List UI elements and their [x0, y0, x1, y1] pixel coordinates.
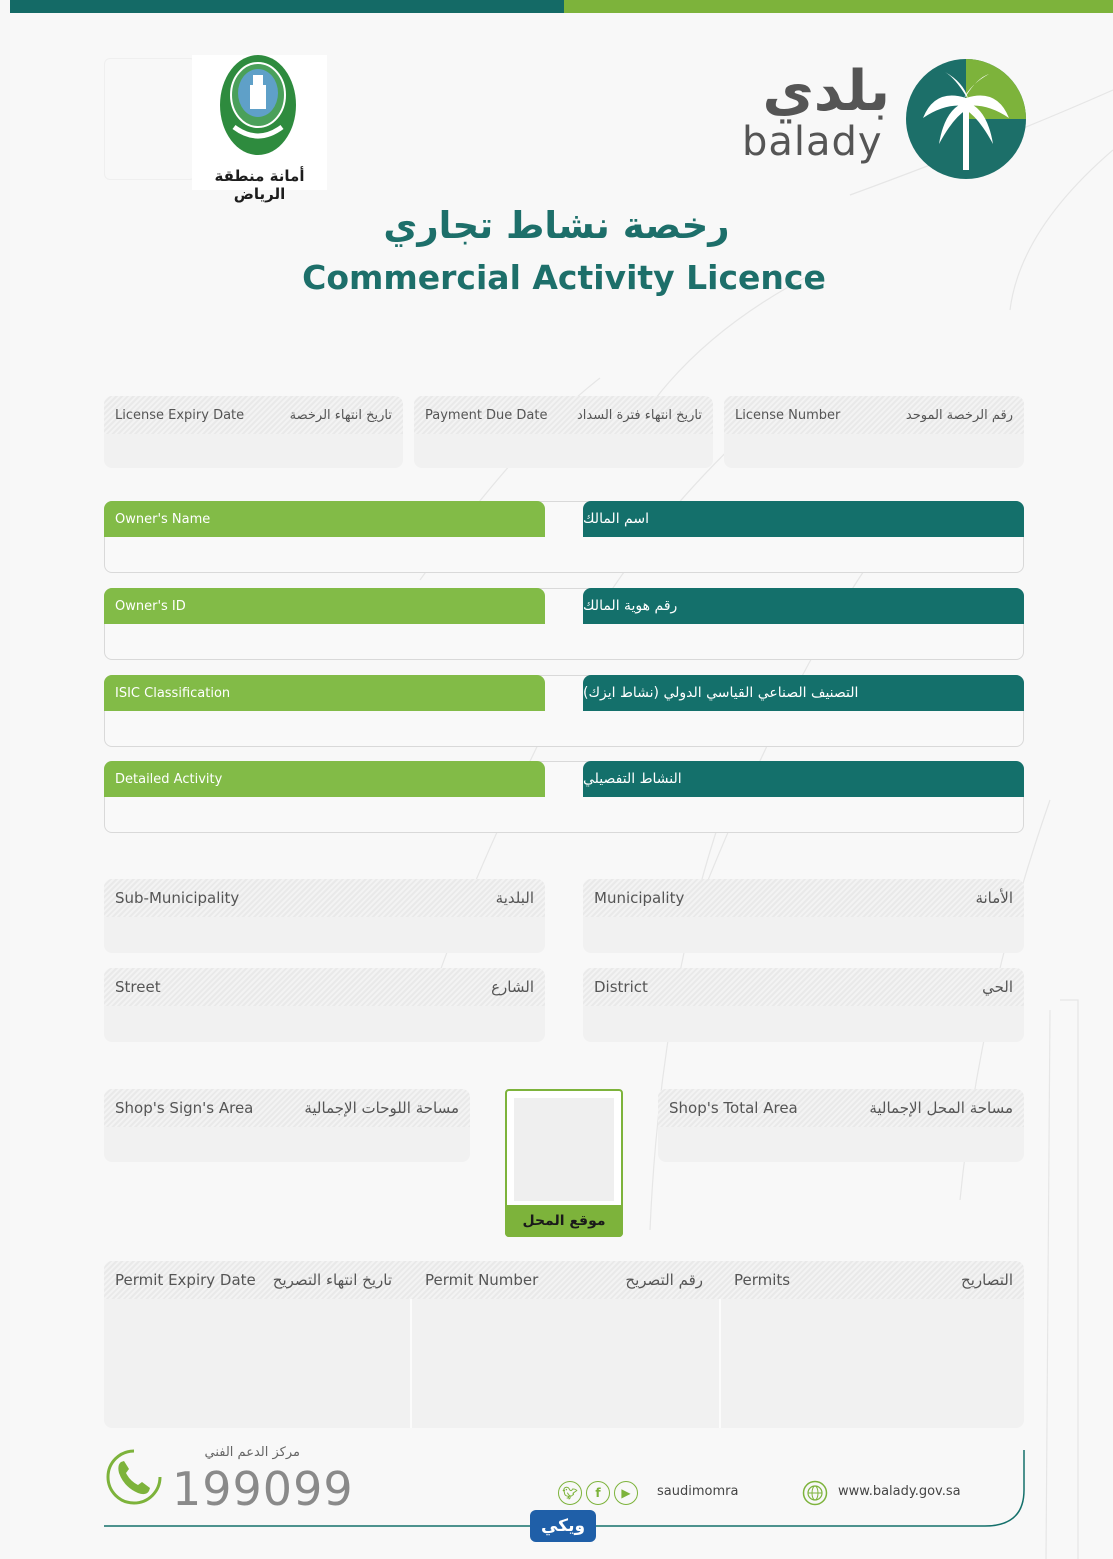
field-label-ar: مساحة اللوحات الإجمالية: [304, 1099, 459, 1117]
social-icons: 🐦︎ f ▶: [558, 1480, 638, 1506]
shop-location-image: [514, 1098, 614, 1201]
field-label-en: Street: [115, 978, 161, 996]
isic-classification-field: ISIC Classification التصنيف الصناعي القي…: [104, 675, 1024, 747]
website-link[interactable]: www.balady.gov.sa: [838, 1484, 961, 1499]
balady-logo-english: balady: [742, 119, 883, 165]
shop-location-box: موقع المحل: [505, 1089, 623, 1237]
field-label-en: Shop's Sign's Area: [115, 1099, 254, 1117]
support-phone-number: 199099: [172, 1462, 354, 1516]
field-value: [583, 917, 1024, 953]
permit-expiry-date-header: Permit Expiry Date تاريخ انتهاء التصريح: [104, 1261, 403, 1299]
field-label-en: Owner's ID: [104, 588, 545, 624]
field-label-en: Payment Due Date: [425, 407, 548, 423]
top-bar-teal: [10, 0, 564, 13]
field-label-ar: رقم التصريح: [625, 1271, 703, 1289]
social-handle[interactable]: saudimomra: [657, 1484, 738, 1499]
field-label-ar: التصاريح: [961, 1271, 1013, 1289]
youtube-icon[interactable]: ▶: [614, 1481, 638, 1505]
title-english: Commercial Activity Licence: [302, 258, 826, 297]
field-label-en: Permits: [734, 1271, 791, 1289]
facebook-icon[interactable]: f: [586, 1481, 610, 1505]
field-label-en: Municipality: [594, 889, 685, 907]
shop-total-area-field: Shop's Total Area مساحة المحل الإجمالية: [658, 1089, 1024, 1162]
phone-icon: [106, 1449, 162, 1505]
field-value: [104, 1127, 470, 1162]
field-label-en: Shop's Total Area: [669, 1099, 798, 1117]
payment-due-date-field: Payment Due Date تاريخ انتهاء فترة السداد: [414, 396, 713, 468]
support-center-label: مركز الدعم الفني: [204, 1445, 300, 1460]
field-label-ar: النشاط التفصيلي: [583, 761, 1024, 797]
title-arabic: رخصة نشاط تجاري: [383, 204, 730, 247]
wiki-watermark-badge: ويكي: [530, 1510, 596, 1542]
field-label-ar: البلدية: [495, 889, 534, 907]
globe-icon: [802, 1480, 828, 1506]
owner-name-field: Owner's Name اسم المالك: [104, 501, 1024, 573]
field-value: [658, 1127, 1024, 1162]
sub-municipality-field: Sub-Municipality البلدية: [104, 879, 545, 953]
top-bar-green: [564, 0, 1113, 13]
field-value: [104, 917, 545, 953]
field-label-en: Owner's Name: [104, 501, 545, 537]
shop-location-caption: موقع المحل: [505, 1205, 623, 1237]
permits-table: Permit Expiry Date تاريخ انتهاء التصريح P…: [104, 1261, 1024, 1428]
field-label-ar: اسم المالك: [583, 501, 1024, 537]
municipality-field: Municipality الأمانة: [583, 879, 1024, 953]
riyadh-emblem-icon: [220, 55, 296, 155]
balady-palm-icon: [906, 59, 1026, 179]
permit-number-header: Permit Number رقم التصريح: [414, 1261, 714, 1299]
field-label-en: District: [594, 978, 648, 996]
field-value: [104, 1006, 545, 1042]
detailed-activity-field: Detailed Activity النشاط التفصيلي: [104, 761, 1024, 833]
license-number-field: License Number رقم الرخصة الموحد: [724, 396, 1024, 468]
column-divider: [410, 1299, 412, 1428]
balady-logo-arabic: بلدي: [762, 59, 890, 124]
column-divider: [719, 1299, 721, 1428]
twitter-icon[interactable]: 🐦︎: [558, 1481, 582, 1505]
riyadh-municipality-logo: أمانة منطقة الرياض: [192, 55, 327, 203]
field-label-en: Permit Number: [425, 1271, 539, 1289]
field-label-ar: مساحة المحل الإجمالية: [869, 1099, 1013, 1117]
field-label-ar: رقم هوية المالك: [583, 588, 1024, 624]
permits-header: Permits التصاريح: [723, 1261, 1024, 1299]
street-field: Street الشارع: [104, 968, 545, 1042]
field-label-en: Sub-Municipality: [115, 889, 240, 907]
field-value: [414, 434, 713, 468]
field-label-ar: الأمانة: [975, 889, 1013, 907]
field-label-en: License Number: [735, 407, 841, 423]
shop-sign-area-field: Shop's Sign's Area مساحة اللوحات الإجمالي…: [104, 1089, 470, 1162]
field-label-en: License Expiry Date: [115, 407, 245, 423]
field-label-en: ISIC Classification: [104, 675, 545, 711]
field-label-ar: تاريخ انتهاء فترة السداد: [577, 407, 702, 423]
field-value: [104, 434, 403, 468]
field-label-en: Permit Expiry Date: [115, 1271, 256, 1289]
field-label-ar: تاريخ انتهاء الرخصة: [289, 407, 392, 423]
riyadh-municipality-name: أمانة منطقة الرياض: [214, 167, 305, 203]
owner-id-field: Owner's ID رقم هوية المالك: [104, 588, 1024, 660]
field-label-ar: تاريخ انتهاء التصريح: [272, 1271, 392, 1289]
field-label-ar: التصنيف الصناعي القياسي الدولي (نشاط ايز…: [583, 675, 1024, 711]
license-expiry-date-field: License Expiry Date تاريخ انتهاء الرخصة: [104, 396, 403, 468]
district-field: District الحي: [583, 968, 1024, 1042]
field-label-en: Detailed Activity: [104, 761, 545, 797]
permits-table-body: [104, 1299, 1024, 1428]
logo-frame-outline: [104, 58, 196, 180]
field-label-ar: رقم الرخصة الموحد: [905, 407, 1013, 423]
field-label-ar: الشارع: [491, 978, 534, 996]
field-value: [724, 434, 1024, 468]
field-label-ar: الحي: [982, 978, 1013, 996]
field-value: [583, 1006, 1024, 1042]
